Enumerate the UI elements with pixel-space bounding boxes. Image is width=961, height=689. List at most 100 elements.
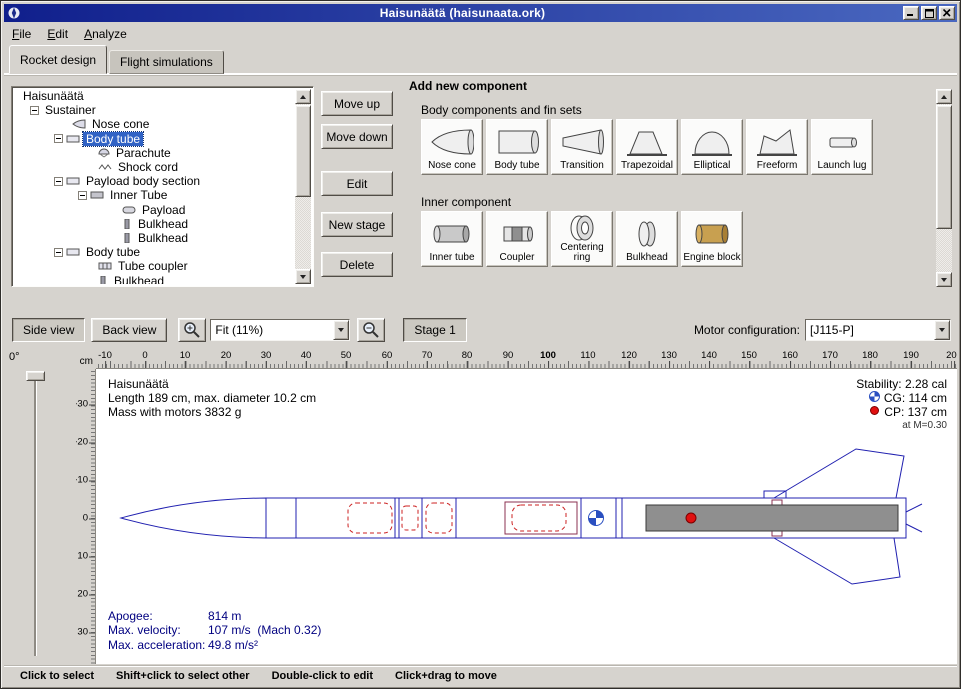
expander-minus-icon[interactable] — [54, 134, 63, 143]
palette-scrollbar[interactable] — [936, 89, 952, 287]
tree-scrollbar[interactable] — [295, 89, 311, 284]
vertical-ruler: -30 -20 -10 0 10 20 30 — [76, 369, 96, 664]
elliptical-fin-icon — [690, 122, 734, 161]
menu-file[interactable]: File — [4, 24, 39, 44]
expander-minus-icon[interactable] — [54, 248, 63, 257]
zoom-out-button[interactable] — [357, 318, 385, 342]
stage-1-toggle[interactable]: Stage 1 — [403, 318, 466, 342]
engine-block-icon — [690, 214, 734, 253]
flight-data: Apogee:814 m Max. velocity:107 m/s (Mach… — [108, 609, 321, 653]
new-stage-button[interactable]: New stage — [321, 212, 393, 237]
add-freeform-fin-button[interactable]: Freeform — [746, 119, 808, 175]
tree-item-sustainer[interactable]: Sustainer — [14, 103, 295, 117]
add-nose-cone-button[interactable]: Nose cone — [421, 119, 483, 175]
scroll-up-icon[interactable] — [295, 89, 311, 104]
edit-button[interactable]: Edit — [321, 171, 393, 196]
close-button[interactable] — [939, 6, 955, 20]
body-component-buttons: Nose cone Body tube Transition Trapezoid… — [421, 119, 873, 175]
chevron-down-icon[interactable] — [333, 320, 349, 340]
cg-marker — [589, 511, 604, 526]
tree-item-nose-cone[interactable]: Nose cone — [14, 117, 295, 131]
apogee-label: Apogee: — [108, 609, 208, 624]
statusbar: Click to select Shift+click to select ot… — [4, 665, 957, 685]
delete-button[interactable]: Delete — [321, 252, 393, 277]
bulkhead-icon — [122, 219, 132, 229]
rotation-angle-label: 0° — [9, 351, 20, 363]
add-centering-ring-button[interactable]: Centering ring — [551, 211, 613, 267]
tree-item-tube-coupler[interactable]: Tube coupler — [14, 259, 295, 273]
expander-minus-icon[interactable] — [78, 191, 87, 200]
app-icon — [6, 6, 22, 20]
bulkhead-icon — [122, 233, 132, 243]
add-component-panel: Add new component Body components and fi… — [403, 79, 952, 293]
side-view-button[interactable]: Side view — [12, 318, 85, 342]
move-up-button[interactable]: Move up — [321, 91, 393, 116]
add-engine-block-button[interactable]: Engine block — [681, 211, 743, 267]
parachute-icon — [98, 148, 110, 158]
expander-minus-icon[interactable] — [54, 177, 63, 186]
rocket-canvas[interactable]: Haisunäätä Length 189 cm, max. diameter … — [96, 369, 957, 664]
add-transition-button[interactable]: Transition — [551, 119, 613, 175]
add-body-tube-button[interactable]: Body tube — [486, 119, 548, 175]
expander-minus-icon[interactable] — [30, 106, 39, 115]
shock-cord-icon — [98, 162, 112, 172]
menu-analyze[interactable]: Analyze — [76, 24, 135, 44]
add-inner-tube-button[interactable]: Inner tube — [421, 211, 483, 267]
rocket-figure-area: 0° cm -10 0 10 20 30 40 50 60 70 80 90 1… — [4, 347, 957, 664]
zoom-in-button[interactable] — [178, 318, 206, 342]
menu-edit[interactable]: Edit — [39, 24, 76, 44]
centering-ring-icon — [560, 213, 604, 243]
tree-item-bulkhead-aft[interactable]: Bulkhead — [14, 273, 295, 284]
body-tube-icon — [66, 176, 80, 186]
back-view-button[interactable]: Back view — [91, 318, 167, 342]
stability-condition: at M=0.30 — [856, 419, 947, 433]
add-coupler-button[interactable]: Coupler — [486, 211, 548, 267]
nose-cone-icon — [72, 119, 86, 129]
tree-item-inner-tube[interactable]: Inner Tube — [14, 188, 295, 202]
chevron-down-icon[interactable] — [934, 320, 950, 340]
motor-configuration-label: Motor configuration: — [694, 323, 800, 337]
maximize-button[interactable] — [921, 6, 937, 20]
tree-item-bulkhead[interactable]: Bulkhead — [14, 217, 295, 231]
tree-item-body-tube[interactable]: Body tube — [14, 132, 295, 146]
tree-item-parachute[interactable]: Parachute — [14, 146, 295, 160]
rocket-info: Haisunäätä Length 189 cm, max. diameter … — [108, 377, 316, 419]
component-tree-panel: Haisunäätä Sustainer Nose cone Body tube… — [11, 86, 314, 287]
scroll-thumb[interactable] — [295, 105, 311, 197]
menubar: File Edit Analyze — [4, 23, 957, 44]
hint-click-select: Click to select — [20, 670, 94, 682]
scroll-thumb[interactable] — [936, 105, 952, 229]
add-launch-lug-button[interactable]: Launch lug — [811, 119, 873, 175]
tab-rocket-design[interactable]: Rocket design — [9, 45, 107, 74]
component-tree: Haisunäätä Sustainer Nose cone Body tube… — [14, 89, 295, 284]
add-trapezoidal-fin-button[interactable]: Trapezoidal — [616, 119, 678, 175]
tree-item-payload-body-section[interactable]: Payload body section — [14, 174, 295, 188]
zoom-select[interactable]: Fit (11%) — [210, 319, 350, 341]
move-down-button[interactable]: Move down — [321, 124, 393, 149]
scroll-up-icon[interactable] — [936, 89, 952, 104]
tree-item-payload[interactable]: Payload — [14, 203, 295, 217]
tree-item-rocket[interactable]: Haisunäätä — [14, 89, 295, 103]
rotation-slider-track[interactable] — [34, 373, 36, 656]
max-velocity-value: 107 m/s (Mach 0.32) — [208, 623, 321, 638]
tab-flight-simulations[interactable]: Flight simulations — [109, 50, 224, 74]
rocket-dimensions: Length 189 cm, max. diameter 10.2 cm — [108, 391, 316, 405]
launch-lug-icon — [820, 122, 864, 161]
transition-icon — [560, 122, 604, 161]
tree-item-shock-cord[interactable]: Shock cord — [14, 160, 295, 174]
hint-click-drag: Click+drag to move — [395, 670, 497, 682]
inner-tube-icon — [90, 190, 104, 200]
add-bulkhead-button[interactable]: Bulkhead — [616, 211, 678, 267]
tree-item-bulkhead[interactable]: Bulkhead — [14, 231, 295, 245]
add-elliptical-fin-button[interactable]: Elliptical — [681, 119, 743, 175]
scroll-down-icon[interactable] — [295, 269, 311, 284]
cg-value: CG: 114 cm — [884, 391, 947, 405]
max-acceleration-value: 49.8 m/s² — [208, 638, 258, 653]
tree-item-body-tube-aft[interactable]: Body tube — [14, 245, 295, 259]
bulkhead-icon — [98, 276, 108, 284]
nose-cone-icon — [430, 122, 474, 161]
rotation-slider-handle[interactable] — [26, 371, 45, 381]
minimize-button[interactable] — [903, 6, 919, 20]
scroll-down-icon[interactable] — [936, 272, 952, 287]
motor-configuration-select[interactable]: [J115-P] — [805, 319, 951, 341]
